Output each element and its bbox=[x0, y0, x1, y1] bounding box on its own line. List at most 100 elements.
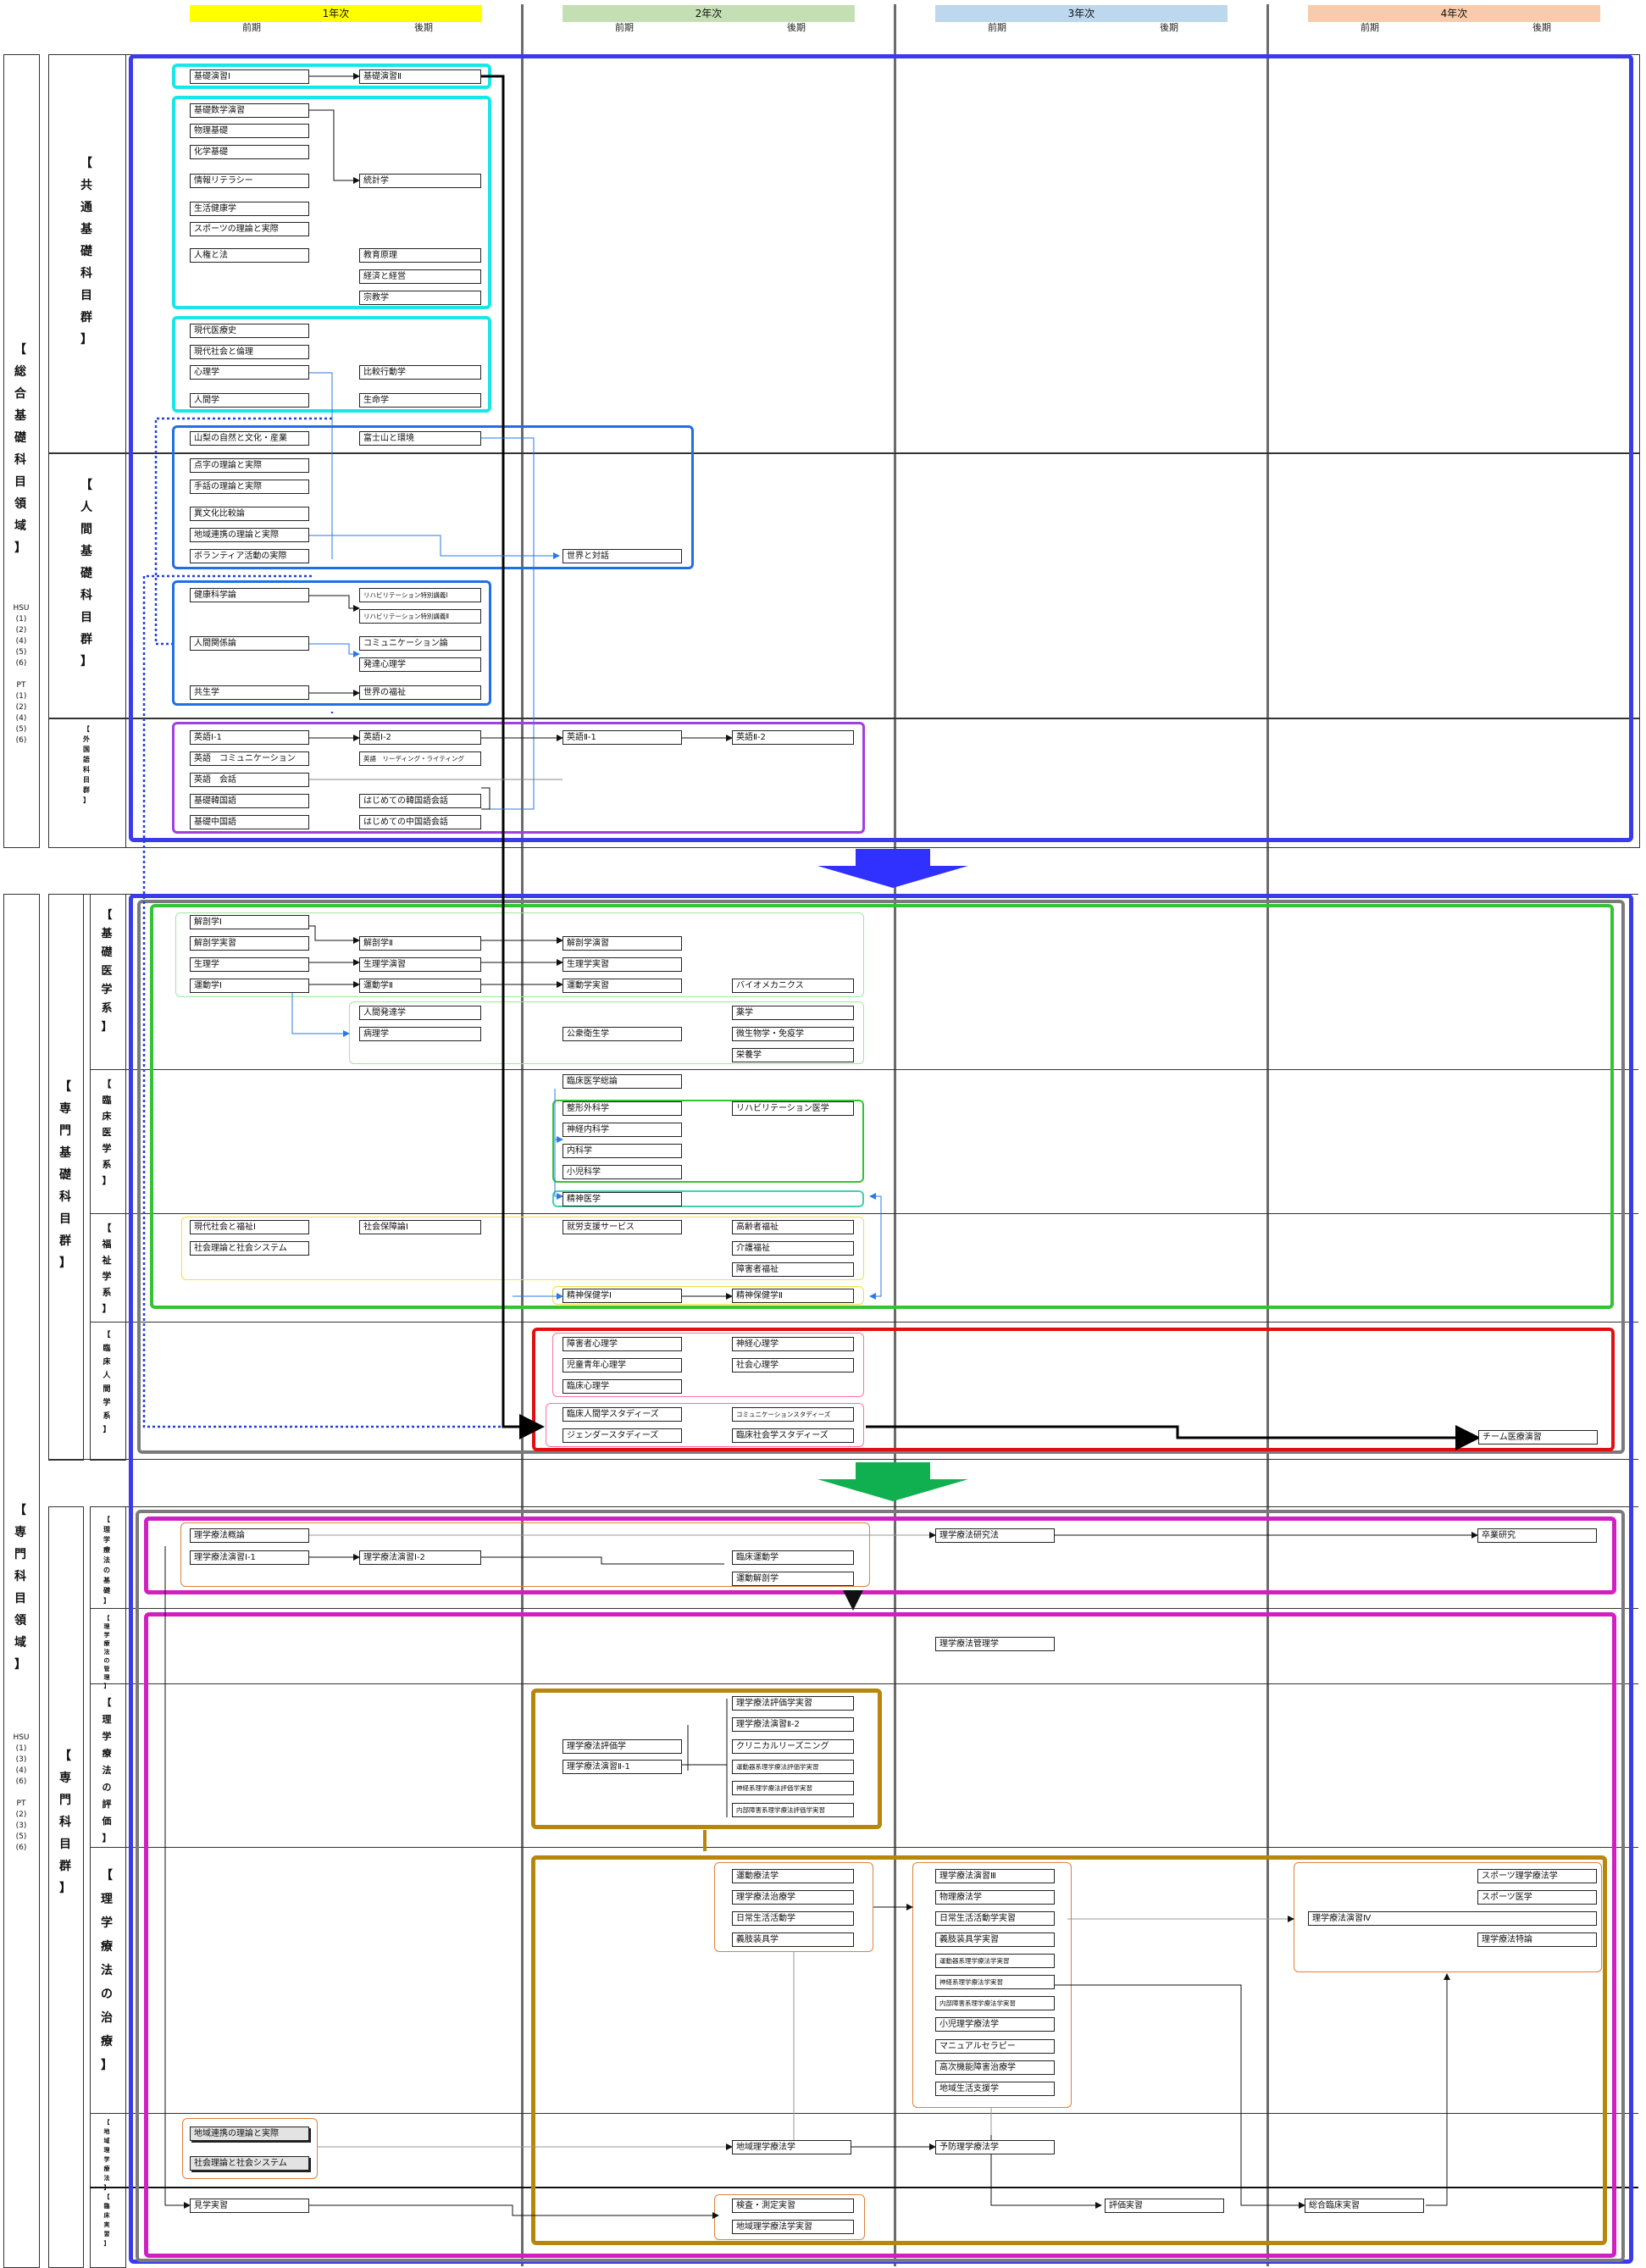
course-box[interactable]: 評価実習 bbox=[1105, 2199, 1224, 2213]
course-box[interactable]: 運動学Ⅱ bbox=[359, 979, 481, 993]
course-box[interactable]: 社会理論と社会システム bbox=[190, 2156, 309, 2171]
course-box[interactable]: 宗教学 bbox=[359, 291, 481, 305]
course-box[interactable]: はじめての中国語会話 bbox=[359, 815, 481, 829]
course-box[interactable]: 化学基礎 bbox=[190, 145, 309, 159]
course-box[interactable]: 生活健康学 bbox=[190, 202, 309, 216]
course-box[interactable]: 解剖学実習 bbox=[190, 936, 309, 951]
course-box[interactable]: 山梨の自然と文化・産業 bbox=[190, 431, 309, 446]
course-box[interactable]: 現代社会と福祉Ⅰ bbox=[190, 1220, 309, 1234]
course-box[interactable]: 地域生活支援学 bbox=[935, 2082, 1055, 2096]
course-box[interactable]: 英語Ⅱ-2 bbox=[732, 730, 854, 745]
course-box[interactable]: 地域理学療法学 bbox=[732, 2140, 851, 2154]
course-box[interactable]: リハビリテーション医学 bbox=[732, 1101, 854, 1116]
course-box[interactable]: ジェンダースタディーズ bbox=[563, 1428, 682, 1443]
course-box[interactable]: 生理学演習 bbox=[359, 957, 481, 972]
course-box[interactable]: 高次機能障害治療学 bbox=[935, 2060, 1055, 2075]
course-box[interactable]: 義肢装具学実習 bbox=[935, 1933, 1055, 1947]
course-box[interactable]: 現代社会と倫理 bbox=[190, 345, 309, 359]
course-box[interactable]: 理学療法管理学 bbox=[935, 1637, 1055, 1651]
course-box[interactable]: リハビリテーション特別講義Ⅰ bbox=[359, 588, 481, 602]
course-box[interactable]: 運動療法学 bbox=[732, 1869, 854, 1883]
course-box[interactable]: 共生学 bbox=[190, 685, 309, 700]
course-box[interactable]: 解剖学Ⅱ bbox=[359, 936, 481, 951]
course-box[interactable]: 運動学Ⅰ bbox=[190, 979, 309, 993]
course-box[interactable]: スポーツ理学療法学 bbox=[1477, 1869, 1597, 1883]
course-box[interactable]: 健康科学論 bbox=[190, 588, 309, 602]
course-box[interactable]: 神経系理学療法学実習 bbox=[935, 1975, 1055, 1989]
course-box[interactable]: 内部障害系理学療法学実習 bbox=[935, 1996, 1055, 2010]
course-box[interactable]: 臨床社会学スタディーズ bbox=[732, 1428, 854, 1443]
course-box[interactable]: 高齢者福祉 bbox=[732, 1220, 854, 1234]
course-box[interactable]: 基礎演習Ⅱ bbox=[359, 69, 481, 84]
course-box[interactable]: 検査・測定実習 bbox=[732, 2199, 854, 2213]
course-box[interactable]: 基礎数学演習 bbox=[190, 103, 309, 118]
course-box[interactable]: 理学療法研究法 bbox=[935, 1528, 1055, 1543]
course-box[interactable]: 理学療法特論 bbox=[1477, 1933, 1597, 1947]
course-box[interactable]: 小児科学 bbox=[563, 1165, 682, 1179]
course-box[interactable]: 発達心理学 bbox=[359, 657, 481, 672]
course-box[interactable]: 薬学 bbox=[732, 1006, 854, 1020]
course-box[interactable]: 人権と法 bbox=[190, 248, 309, 263]
course-box[interactable]: 人間学 bbox=[190, 393, 309, 408]
course-box[interactable]: 障害者福祉 bbox=[732, 1262, 854, 1277]
course-box[interactable]: 見学実習 bbox=[190, 2199, 309, 2213]
course-box[interactable]: 理学療法演習Ⅲ bbox=[935, 1869, 1055, 1883]
course-box[interactable]: 英語Ⅰ-1 bbox=[190, 730, 309, 745]
course-box[interactable]: バイオメカニクス bbox=[732, 979, 854, 993]
course-box[interactable]: ボランティア活動の実際 bbox=[190, 549, 309, 563]
course-box[interactable]: 解剖学Ⅰ bbox=[190, 915, 309, 929]
course-box[interactable]: 世界の福祉 bbox=[359, 685, 481, 700]
course-box[interactable]: 手話の理論と実際 bbox=[190, 480, 309, 494]
course-box[interactable]: 理学療法評価学実習 bbox=[732, 1696, 854, 1711]
course-box[interactable]: 運動学実習 bbox=[563, 979, 682, 993]
course-box[interactable]: 理学療法概論 bbox=[190, 1528, 309, 1543]
course-box[interactable]: 総合臨床実習 bbox=[1305, 2199, 1424, 2213]
course-box[interactable]: コミュニケーション論 bbox=[359, 636, 481, 651]
course-box[interactable]: 心理学 bbox=[190, 365, 309, 380]
course-box[interactable]: 精神保健学Ⅰ bbox=[563, 1289, 682, 1303]
course-box[interactable]: 富士山と環境 bbox=[359, 431, 481, 446]
course-box[interactable]: 社会保障論Ⅰ bbox=[359, 1220, 481, 1234]
course-box[interactable]: 理学療法治療学 bbox=[732, 1890, 854, 1905]
course-box[interactable]: 物理基礎 bbox=[190, 124, 309, 138]
course-box[interactable]: 人間関係論 bbox=[190, 636, 309, 651]
course-box[interactable]: 臨床心理学 bbox=[563, 1379, 682, 1394]
course-box[interactable]: マニュアルセラピー bbox=[935, 2039, 1055, 2054]
course-box[interactable]: 理学療法評価学 bbox=[563, 1739, 682, 1754]
course-box[interactable]: 臨床医学総論 bbox=[563, 1074, 682, 1089]
course-box[interactable]: 内科学 bbox=[563, 1144, 682, 1158]
course-box[interactable]: 地域連携の理論と実際 bbox=[190, 2127, 309, 2141]
course-box[interactable]: 神経心理学 bbox=[732, 1337, 854, 1351]
course-box[interactable]: 点字の理論と実際 bbox=[190, 458, 309, 473]
course-box[interactable]: 英語 コミュニケーション bbox=[190, 751, 309, 766]
course-box[interactable]: スポーツ医学 bbox=[1477, 1890, 1597, 1905]
course-box[interactable]: 英語Ⅱ-1 bbox=[563, 730, 682, 745]
course-box[interactable]: 公衆衛生学 bbox=[563, 1027, 682, 1041]
course-box[interactable]: 運動器系理学療法評価学実習 bbox=[732, 1760, 854, 1774]
course-box[interactable]: 情報リテラシー bbox=[190, 174, 309, 188]
course-box[interactable]: 現代医療史 bbox=[190, 324, 309, 338]
course-box[interactable]: 小児理学療法学 bbox=[935, 2017, 1055, 2032]
course-box[interactable]: コミュニケーションスタディーズ bbox=[732, 1407, 854, 1422]
course-box[interactable]: 運動器系理学療法学実習 bbox=[935, 1954, 1055, 1968]
course-box[interactable]: 異文化比較論 bbox=[190, 507, 309, 521]
course-box[interactable]: 理学療法演習Ⅳ bbox=[1308, 1911, 1597, 1926]
course-box[interactable]: 日常生活活動学実習 bbox=[935, 1911, 1055, 1926]
course-box[interactable]: 神経内科学 bbox=[563, 1123, 682, 1137]
course-box[interactable]: 解剖学演習 bbox=[563, 936, 682, 951]
course-box[interactable]: 世界と対話 bbox=[563, 549, 682, 563]
course-box[interactable]: 比較行動学 bbox=[359, 365, 481, 380]
course-box[interactable]: 理学療法演習Ⅰ-2 bbox=[359, 1550, 481, 1565]
course-box[interactable]: 病理学 bbox=[359, 1027, 481, 1041]
course-box[interactable]: 理学療法演習Ⅱ-2 bbox=[732, 1717, 854, 1732]
course-box[interactable]: 統計学 bbox=[359, 174, 481, 188]
course-box[interactable]: 児童青年心理学 bbox=[563, 1358, 682, 1372]
course-box[interactable]: 生理学実習 bbox=[563, 957, 682, 972]
course-box[interactable]: 内部障害系理学療法評価学実習 bbox=[732, 1803, 854, 1817]
course-box[interactable]: 経済と経営 bbox=[359, 269, 481, 284]
course-box[interactable]: リハビリテーション特別講義Ⅱ bbox=[359, 609, 481, 624]
course-box[interactable]: クリニカルリーズニング bbox=[732, 1739, 854, 1754]
course-box[interactable]: 臨床人間学スタディーズ bbox=[563, 1407, 682, 1422]
course-box[interactable]: 臨床運動学 bbox=[732, 1550, 854, 1565]
course-box[interactable]: 地域連携の理論と実際 bbox=[190, 528, 309, 542]
